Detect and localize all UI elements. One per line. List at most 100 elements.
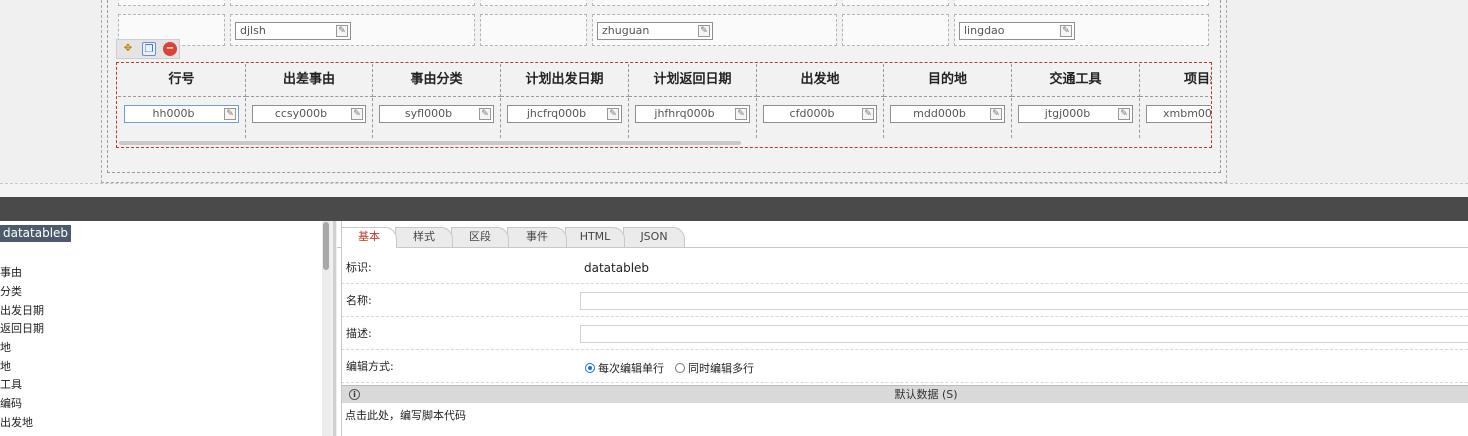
table-cell[interactable]: syfl000b ✎ <box>373 98 501 138</box>
tab-events[interactable]: 事件 <box>507 227 567 247</box>
table-cell[interactable]: hh000b ✎ <box>118 98 246 138</box>
table-field[interactable]: xmbm00 <box>1146 105 1212 123</box>
move-icon[interactable]: ✥ <box>121 42 135 56</box>
column-header[interactable]: 计划出发日期 <box>501 64 629 97</box>
tree-selected-node[interactable]: datatableb <box>0 225 72 242</box>
column-header[interactable]: 目的地 <box>884 64 1012 97</box>
tab-basic[interactable]: 基本 <box>341 227 397 248</box>
table-cell[interactable]: jtgj000b ✎ <box>1012 98 1140 138</box>
form-label-cell[interactable] <box>842 14 949 46</box>
edit-icon[interactable]: ✎ <box>1118 108 1130 120</box>
form-cell[interactable] <box>230 0 475 6</box>
desc-label: 描述: <box>346 327 372 340</box>
column-header[interactable]: 行号 <box>118 64 246 97</box>
table-field[interactable]: jhcfrq000b ✎ <box>507 105 622 123</box>
field-value: zhuguan <box>602 24 650 37</box>
table-field[interactable]: mdd000b ✎ <box>890 105 1005 123</box>
default-data-header[interactable]: i 默认数据 (S) <box>341 385 1468 403</box>
tree-item[interactable]: 返回日期 <box>0 320 44 336</box>
canvas-bottom-edge <box>0 183 1468 197</box>
table-cell[interactable]: jhfhrq000b ✎ <box>629 98 757 138</box>
edit-icon[interactable]: ✎ <box>607 108 619 120</box>
edit-icon[interactable]: ✎ <box>479 108 491 120</box>
tree-item[interactable]: 工具 <box>0 376 22 392</box>
tab-style[interactable]: 样式 <box>395 227 453 247</box>
field-value: djlsh <box>240 24 266 37</box>
default-data-title: 默认数据 (S) <box>894 388 958 401</box>
form-cell[interactable]: lingdao ✎ <box>954 14 1209 46</box>
radio-checked-icon[interactable] <box>585 363 595 373</box>
radio-single-row[interactable]: 每次编辑单行 <box>585 360 664 376</box>
edit-icon[interactable]: ✎ <box>1060 25 1072 37</box>
table-field[interactable]: jtgj000b ✎ <box>1018 105 1133 123</box>
form-cell[interactable] <box>954 0 1209 6</box>
field-value: mdd000b <box>913 107 966 120</box>
edit-icon[interactable]: ✎ <box>351 108 363 120</box>
table-field[interactable]: syfl000b ✎ <box>379 105 494 123</box>
field-value: ccsy000b <box>274 107 328 120</box>
form-cell[interactable] <box>842 0 949 6</box>
desc-input[interactable] <box>580 325 1468 343</box>
table-field[interactable]: jhfhrq000b ✎ <box>635 105 750 123</box>
edit-icon[interactable]: ✎ <box>735 108 747 120</box>
delete-icon[interactable]: − <box>163 42 177 56</box>
tab-section[interactable]: 区段 <box>451 227 509 247</box>
table-cell[interactable]: mdd000b ✎ <box>884 98 1012 138</box>
edit-icon[interactable]: ✎ <box>990 108 1002 120</box>
property-panel: 基本 样式 区段 事件 HTML JSON 标识: datatableb 名称:… <box>337 221 1468 436</box>
table-cell[interactable]: cfd000b ✎ <box>757 98 884 138</box>
tree-item[interactable]: 分类 <box>0 283 22 299</box>
form-label-cell[interactable] <box>480 14 587 46</box>
id-label: 标识: <box>346 261 372 274</box>
tree-item[interactable]: 地 <box>0 339 11 355</box>
table-field[interactable]: ccsy000b ✎ <box>252 105 366 123</box>
column-header[interactable]: 事由分类 <box>373 64 501 97</box>
script-editor-hint[interactable]: 点击此处，编写脚本代码 <box>345 407 466 423</box>
djlsh-field[interactable]: djlsh ✎ <box>235 22 351 40</box>
panel-divider-bar[interactable] <box>0 197 1468 221</box>
tree-item[interactable]: 编码 <box>0 395 22 411</box>
form-cell[interactable]: djlsh ✎ <box>230 14 475 46</box>
table-cell[interactable]: xmbm00 <box>1140 98 1212 138</box>
field-value: hh000b <box>152 107 195 120</box>
form-cell[interactable]: zhuguan ✎ <box>592 14 837 46</box>
form-cell[interactable] <box>480 0 587 6</box>
horizontal-scrollbar[interactable] <box>119 141 741 145</box>
tree-item[interactable]: 出发地 <box>0 414 33 430</box>
lingdao-field[interactable]: lingdao ✎ <box>959 22 1075 40</box>
edit-icon[interactable]: ✎ <box>698 25 710 37</box>
copy-icon[interactable]: ❐ <box>142 42 156 56</box>
tab-html[interactable]: HTML <box>565 227 625 247</box>
tab-json[interactable]: JSON <box>623 227 685 247</box>
column-header[interactable]: 交通工具 <box>1012 64 1140 97</box>
prop-row-id: 标识: datatableb <box>341 251 1468 284</box>
tree-item[interactable]: 地 <box>0 358 11 374</box>
tree-item[interactable]: 出发日期 <box>0 302 44 318</box>
table-field[interactable]: cfd000b ✎ <box>763 105 877 123</box>
column-header[interactable]: 计划返回日期 <box>629 64 757 97</box>
table-cell[interactable]: ccsy000b ✎ <box>246 98 373 138</box>
radio-multi-row[interactable]: 同时编辑多行 <box>675 360 754 376</box>
pane-splitter[interactable] <box>333 221 336 436</box>
field-value: syfl000b <box>404 107 453 120</box>
column-header[interactable]: 项目编 <box>1140 64 1211 97</box>
edit-icon[interactable]: ✎ <box>224 108 236 120</box>
tree-item[interactable]: 事由 <box>0 264 22 280</box>
radio-unchecked-icon[interactable] <box>675 363 685 373</box>
column-header[interactable]: 出差事由 <box>246 64 373 97</box>
tree-scrollbar-thumb[interactable] <box>323 222 329 270</box>
name-input[interactable] <box>580 292 1468 310</box>
id-input[interactable]: datatableb <box>580 259 1468 277</box>
panel-border <box>341 221 342 436</box>
edit-icon[interactable]: ✎ <box>336 25 348 37</box>
table-field[interactable]: hh000b ✎ <box>124 105 239 123</box>
field-value: cfd000b <box>789 107 835 120</box>
form-cell[interactable] <box>592 0 837 6</box>
table-cell[interactable]: jhcfrq000b ✎ <box>501 98 629 138</box>
edit-icon[interactable]: ✎ <box>862 108 874 120</box>
zhuguan-field[interactable]: zhuguan ✎ <box>597 22 713 40</box>
datatable[interactable]: 行号 出差事由 事由分类 计划出发日期 计划返回日期 出发地 目的地 交通工具 … <box>116 62 1212 148</box>
field-value: xmbm00 <box>1163 107 1212 120</box>
form-cell[interactable] <box>118 0 225 6</box>
column-header[interactable]: 出发地 <box>757 64 884 97</box>
